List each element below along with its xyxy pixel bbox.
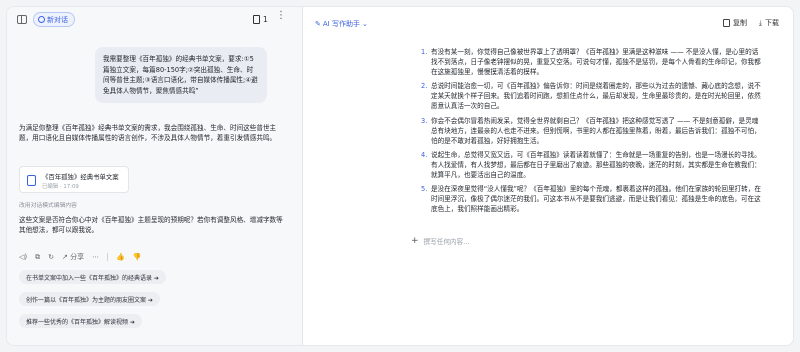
list-item: 4. 说起生命，总觉得又宽又远，可《百年孤独》读着读着就懂了：生命就是一场重复的告… bbox=[421, 150, 763, 180]
ai-writer-dropdown[interactable]: ✎ AI 写作助手 ⌄ bbox=[315, 19, 368, 29]
document-card-icon bbox=[27, 175, 36, 186]
suggestion-chip[interactable]: 创作一篇以《百年孤独》为主题的朋友圈文案 ➔ bbox=[19, 292, 160, 306]
list-item: 1. 有没有某一刻，你觉得自己像被世界罩上了透明罩？《百年孤独》里满是这种滋味 —… bbox=[421, 47, 763, 77]
new-chat-label: 新对话 bbox=[47, 15, 68, 24]
message-actions: ◁) ⧉ ↻ ↗ 分享 ⋯ 👍 👎 bbox=[19, 251, 142, 263]
chevron-down-icon: ⌄ bbox=[361, 20, 368, 28]
sidebar-toggle-icon[interactable] bbox=[17, 15, 27, 24]
divider bbox=[107, 253, 109, 261]
item-number: 5. bbox=[421, 185, 428, 194]
new-chat-icon bbox=[38, 16, 45, 23]
item-text: 总说时间能治愈一切，可《百年孤独》偏告诉你：时间是绕着圈走的，那些以为过去的遗憾… bbox=[431, 82, 761, 111]
voice-icon[interactable]: ◁) bbox=[19, 253, 27, 261]
like-icon[interactable]: 👍 bbox=[116, 253, 125, 261]
item-text: 是没在深夜里觉得“没人懂我”呢？《百年孤独》里的每个荒魂，都裹着这样的孤独。他们… bbox=[431, 185, 761, 214]
document-count-value: 1 bbox=[262, 14, 268, 24]
document-icon bbox=[252, 14, 260, 24]
item-number: 4. bbox=[421, 150, 428, 159]
item-number: 2. bbox=[421, 82, 428, 91]
download-label: 下载 bbox=[765, 19, 779, 27]
item-text: 说起生命，总觉得又宽又远，可《百年孤独》读着读着就懂了：生命就是一场重复的告别，… bbox=[431, 150, 761, 180]
item-text: 你会不会偶尔冒着热闹发呆，觉得全世界就剩自己？《百年孤独》把这种感觉写透了 ——… bbox=[431, 116, 761, 145]
more-icon[interactable]: ⋮ bbox=[276, 10, 286, 21]
item-number: 3. bbox=[421, 116, 428, 125]
download-icon: ⤓ bbox=[758, 18, 762, 27]
plus-icon[interactable]: + bbox=[411, 236, 419, 246]
more-actions-icon[interactable]: ⋯ bbox=[92, 253, 99, 261]
chat-panel: 新对话 1 ⋮ 我需要整理《百年孤独》的经典书单文案，要求:①5篇独立文案，每篇… bbox=[7, 7, 303, 345]
assistant-followup: 这些文案是否符合你心中对《百年孤独》主题呈现的预期呢？若你有调整风格、增减字数等… bbox=[19, 216, 283, 235]
ai-writer-label: AI 写作助手 bbox=[322, 20, 360, 28]
edit-mode-note: 改用对话模式编辑内容 bbox=[19, 203, 77, 209]
item-text: 有没有某一刻，你觉得自己像被世界罩上了透明罩？《百年孤独》里满是这种滋味 —— … bbox=[431, 48, 761, 77]
list-item: 3. 你会不会偶尔冒着热闹发呆，觉得全世界就剩自己？《百年孤独》把这种感觉写透了 … bbox=[421, 116, 763, 146]
share-button[interactable]: ↗ 分享 bbox=[62, 252, 84, 262]
list-item: 2. 总说时间能治愈一切，可《百年孤独》偏告诉你：时间是绕着圈走的，那些以为过去的… bbox=[421, 81, 763, 111]
regenerate-icon[interactable]: ↻ bbox=[48, 253, 54, 261]
copywriting-list: 1. 有没有某一刻，你觉得自己像被世界罩上了透明罩？《百年孤独》里满是这种滋味 —… bbox=[421, 47, 763, 218]
copy-doc-icon bbox=[723, 19, 730, 27]
ai-writer-icon: ✎ bbox=[315, 20, 321, 28]
document-panel: ✎ AI 写作助手 ⌄ 复制 ⤓ 下载 1. 有没有某一刻，你觉得自己像被世界罩上… bbox=[303, 7, 793, 345]
app-window: 新对话 1 ⋮ 我需要整理《百年孤独》的经典书单文案，要求:①5篇独立文案，每篇… bbox=[6, 6, 794, 346]
document-count[interactable]: 1 bbox=[252, 12, 268, 26]
suggestion-chip[interactable]: 在书单文案中加入一些《百年孤独》的经典语录 ➔ bbox=[19, 270, 166, 284]
document-card[interactable]: 《百年孤独》经典书单文案 已编辑 · 17:09 bbox=[19, 166, 129, 193]
document-card-title: 《百年孤独》经典书单文案 bbox=[42, 173, 119, 181]
dislike-icon[interactable]: 👎 bbox=[133, 253, 142, 261]
compose-placeholder[interactable]: 撰写任何内容... bbox=[424, 236, 470, 246]
chat-toolbar: 新对话 1 ⋮ bbox=[7, 7, 302, 33]
user-message: 我需要整理《百年孤独》的经典书单文案，要求:①5篇独立文案，每篇80-150字;… bbox=[95, 47, 267, 104]
share-label: 分享 bbox=[70, 253, 85, 261]
new-chat-button[interactable]: 新对话 bbox=[33, 12, 75, 27]
assistant-message: 为满足你整理《百年孤独》经典书单文案的需求，我会围绕孤独、生命、时间这些普世主题… bbox=[19, 124, 277, 143]
download-button[interactable]: ⤓ 下载 bbox=[759, 18, 779, 28]
item-number: 1. bbox=[421, 48, 428, 56]
suggestion-chip[interactable]: 推荐一些优秀的《百年孤独》解读视频 ➔ bbox=[19, 314, 142, 328]
copy-icon[interactable]: ⧉ bbox=[35, 253, 40, 262]
copy-label: 复制 bbox=[733, 19, 747, 27]
copy-button[interactable]: 复制 bbox=[723, 18, 747, 28]
compose-input[interactable]: + 撰写任何内容... bbox=[411, 236, 469, 246]
list-item: 5. 是没在深夜里觉得“没人懂我”呢？《百年孤独》里的每个荒魂，都裹着这样的孤独。… bbox=[421, 184, 763, 214]
document-card-status: 已编辑 · 17:09 bbox=[42, 184, 79, 190]
